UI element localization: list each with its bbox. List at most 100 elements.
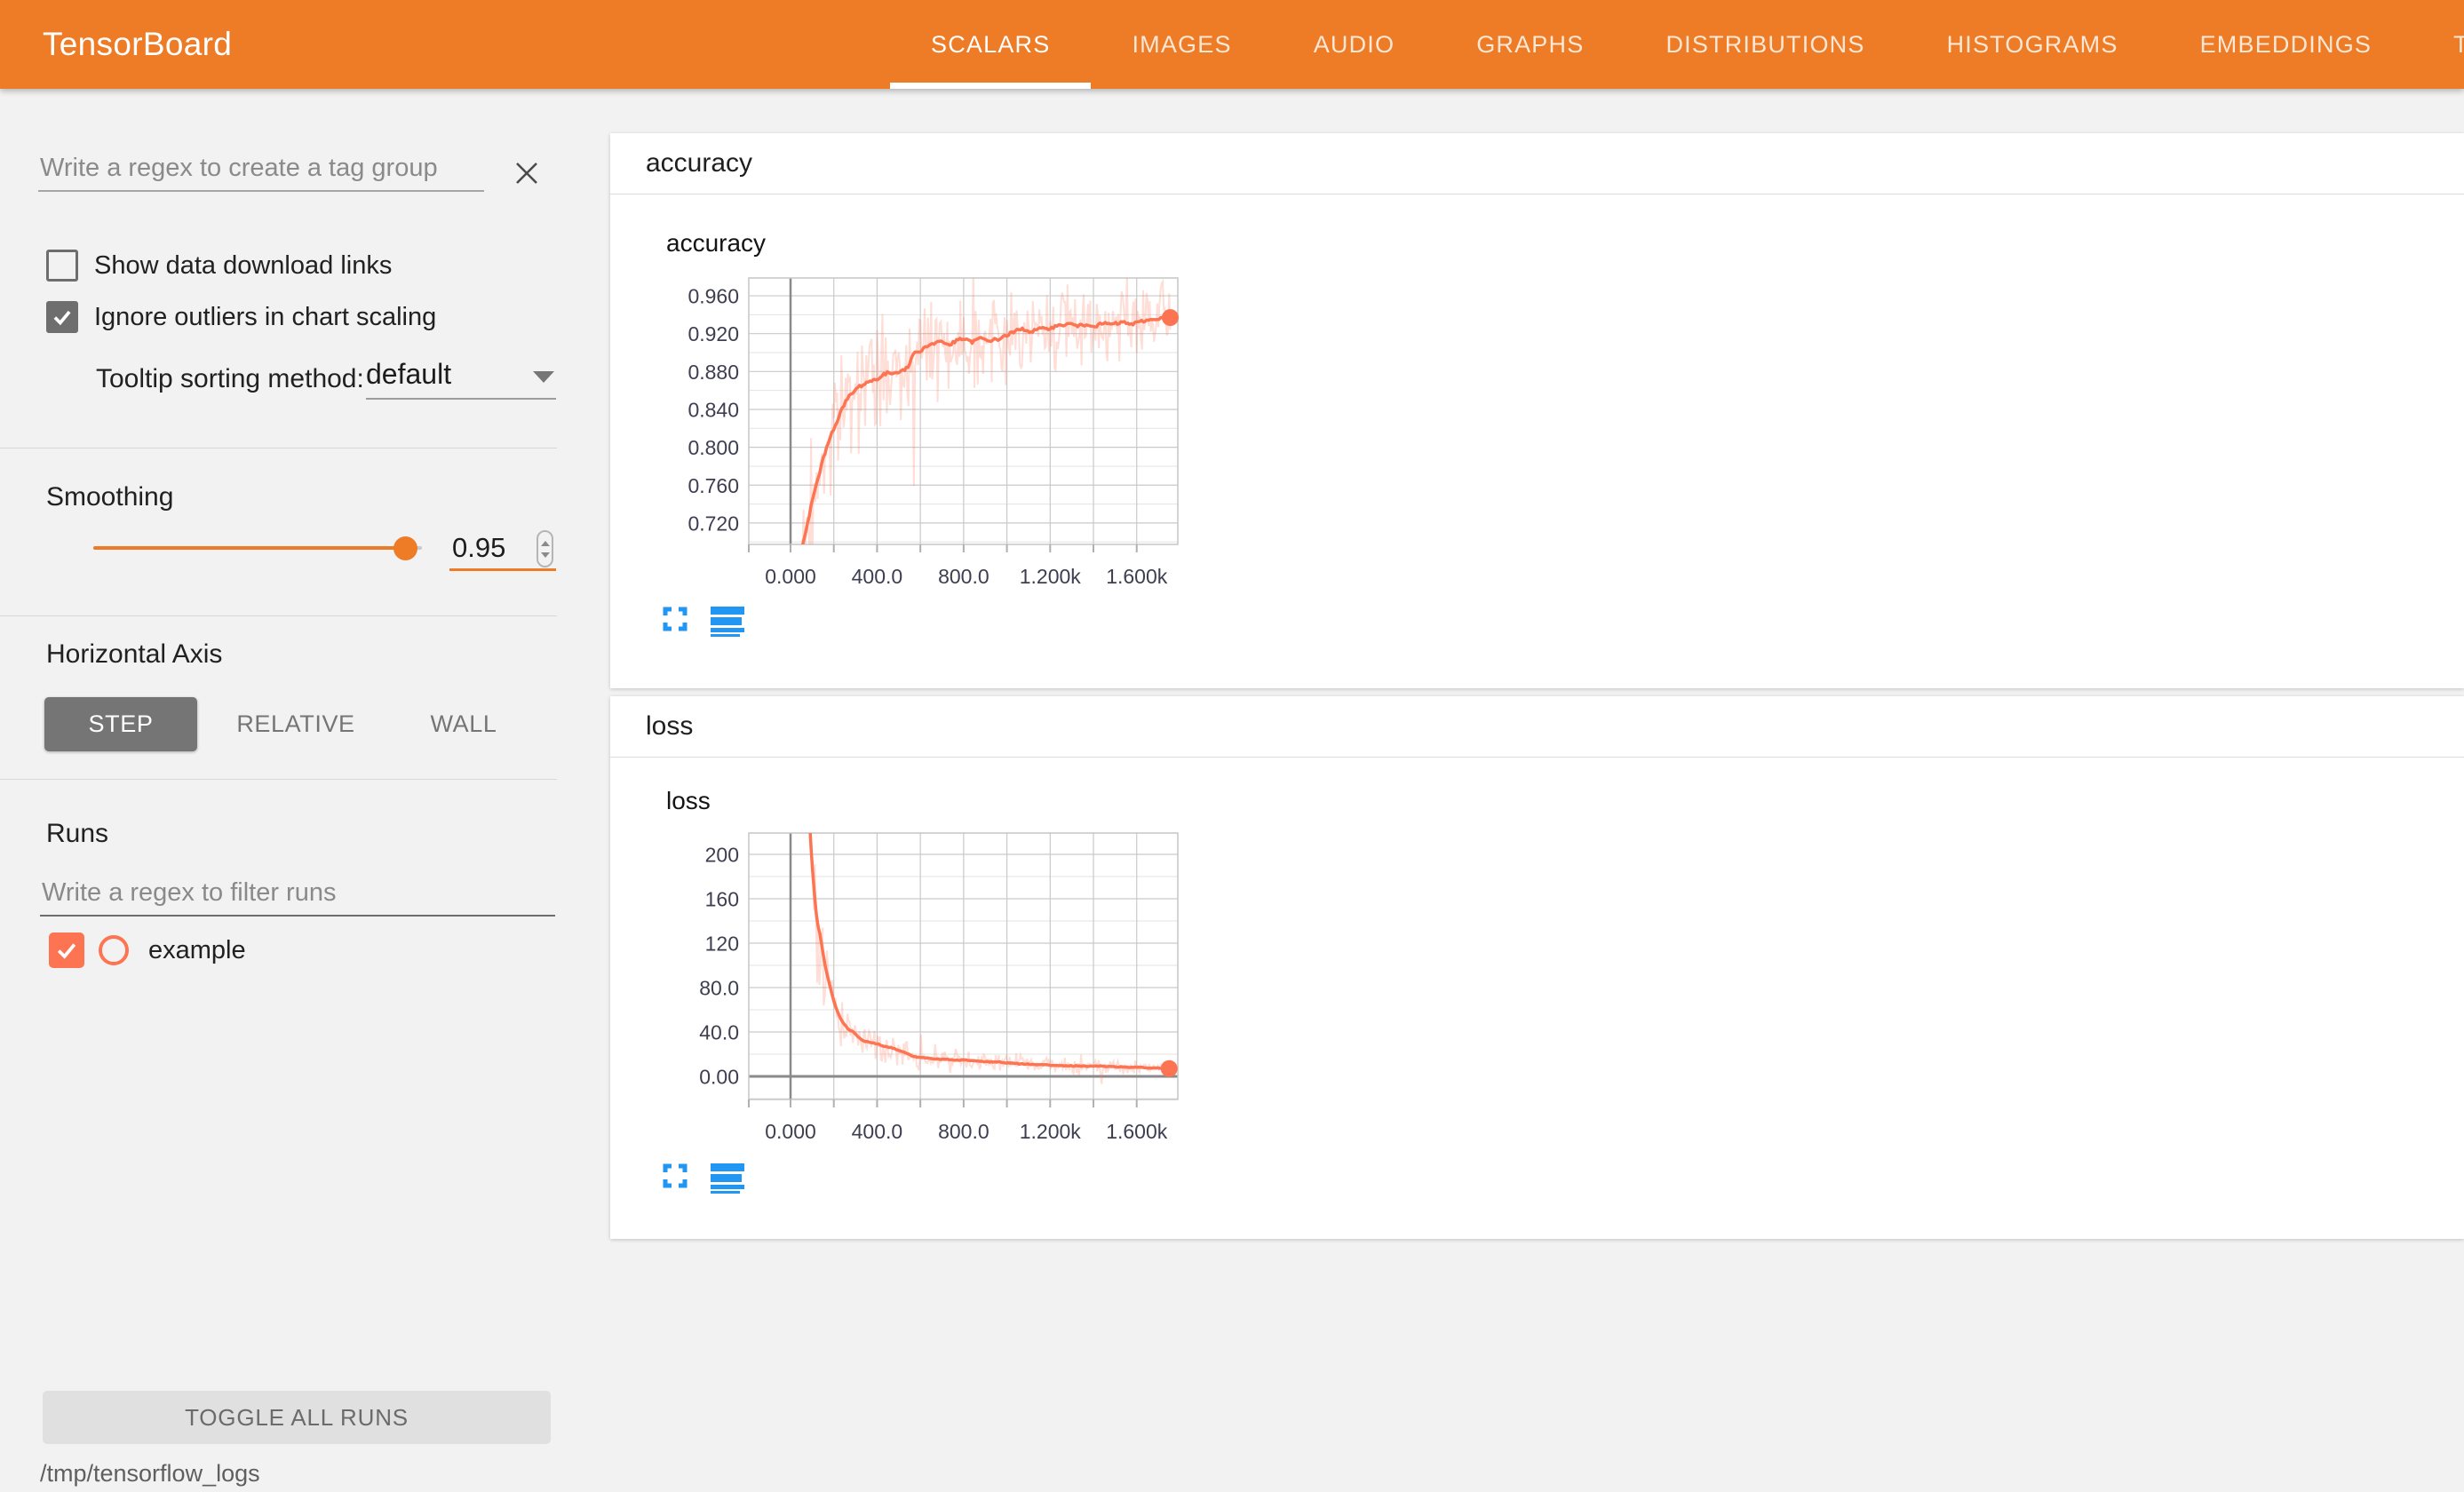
stepper-up-icon [541, 541, 550, 546]
x-tick-label: 400.0 [852, 565, 903, 588]
section-accuracy: accuracy accuracy 0.7200.7600.8000.8400.… [610, 133, 2464, 688]
x-tick-label: 0.000 [765, 1120, 816, 1143]
tab-scalars[interactable]: SCALARS [890, 0, 1091, 89]
axis-step-button[interactable]: STEP [44, 697, 197, 751]
x-tick-label: 1.600k [1106, 565, 1168, 588]
y-tick-label: 0.800 [688, 436, 739, 459]
ignore-outliers-checkbox[interactable] [46, 301, 78, 333]
runs-filter-input[interactable] [40, 877, 559, 909]
tab-distributions[interactable]: DISTRIBUTIONS [1625, 0, 1905, 89]
y-tick-label: 80.0 [699, 977, 739, 1000]
chart-actions [663, 607, 744, 637]
x-tick-label: 1.200k [1020, 565, 1082, 588]
tooltip-sorting-label: Tooltip sorting method: [96, 364, 364, 394]
section-title: loss [646, 711, 693, 742]
y-tick-label: 0.760 [688, 474, 739, 497]
ignore-outliers-label: Ignore outliers in chart scaling [94, 301, 436, 333]
x-tick-label: 800.0 [938, 1120, 990, 1143]
sidebar: Show data download links Ignore outliers… [0, 89, 610, 1492]
y-tick-label: 0.960 [688, 285, 739, 308]
y-tick-label: 0.920 [688, 322, 739, 345]
tab-audio-label: AUDIO [1314, 31, 1395, 59]
stepper-down-icon [541, 552, 550, 558]
sidebar-divider [0, 779, 557, 780]
smoothing-slider-fill [93, 546, 406, 550]
x-tick-label: 0.000 [765, 565, 816, 588]
chart-actions [663, 1163, 744, 1194]
log-directory-path: /tmp/tensorflow_logs [40, 1460, 260, 1488]
run-example-label: example [148, 936, 246, 965]
runs-filter-field [40, 877, 555, 917]
chart-title: accuracy [666, 229, 766, 258]
show-download-links-checkbox[interactable] [46, 250, 78, 282]
tooltip-sorting-value: default [366, 358, 451, 390]
y-tick-label: 40.0 [699, 1021, 739, 1044]
active-tab-underline [890, 83, 1091, 89]
tab-embeddings[interactable]: EMBEDDINGS [2159, 0, 2413, 89]
tab-histograms[interactable]: HISTOGRAMS [1906, 0, 2159, 89]
section-header[interactable]: loss [610, 696, 2464, 758]
axis-wall-button[interactable]: WALL [387, 697, 540, 751]
accuracy-scalar-chart[interactable]: 0.720 0.760 0.800 0.840 0.880 0.920 0.960 0.000… [610, 262, 1214, 599]
chart-title: loss [666, 787, 711, 815]
app-header: TensorBoard SCALARS IMAGES AUDIO GRAPHS … [0, 0, 2464, 89]
tab-images-label: IMAGES [1132, 31, 1231, 59]
tab-scalars-label: SCALARS [931, 31, 1050, 59]
y-tick-label: 200 [705, 844, 739, 867]
smoothing-value-input[interactable] [450, 531, 523, 565]
loss-scalar-chart[interactable]: 0.00 40.0 80.0 120 160 200 0.000 400.0 800.0 1.20… [610, 817, 1214, 1155]
tooltip-sorting-dropdown[interactable]: default [366, 358, 556, 400]
y-tick-label: 0.840 [688, 398, 739, 421]
run-row-example: example [49, 932, 246, 968]
sidebar-divider [0, 615, 557, 616]
y-tick-label: 160 [705, 888, 739, 911]
show-download-links-row: Show data download links [46, 250, 392, 282]
show-download-links-label: Show data download links [94, 250, 392, 282]
tab-embeddings-label: EMBEDDINGS [2200, 31, 2373, 59]
section-loss: loss loss 0.00 40.0 80.0 120 160 200 0.000 400.… [610, 696, 2464, 1239]
raw-series [809, 817, 1168, 1084]
smoothing-slider-thumb[interactable] [393, 536, 417, 560]
app-logo: TensorBoard [43, 0, 232, 89]
check-icon [54, 938, 79, 963]
smoothing-stepper[interactable] [537, 530, 553, 567]
tab-text[interactable]: TEXT [2412, 0, 2464, 89]
fullscreen-icon[interactable] [663, 1163, 688, 1188]
tab-distributions-label: DISTRIBUTIONS [1665, 31, 1864, 59]
y-tick-label: 120 [705, 932, 739, 956]
tab-histograms-label: HISTOGRAMS [1947, 31, 2118, 59]
toggle-all-runs-button[interactable]: TOGGLE ALL RUNS [43, 1391, 551, 1444]
y-tick-label: 0.720 [688, 512, 739, 535]
x-tick-label: 800.0 [938, 565, 990, 588]
tab-graphs-label: GRAPHS [1476, 31, 1584, 59]
fullscreen-icon[interactable] [663, 607, 688, 631]
ignore-outliers-row: Ignore outliers in chart scaling [46, 301, 436, 333]
runs-selector-icon[interactable] [711, 607, 744, 637]
tab-images[interactable]: IMAGES [1091, 0, 1272, 89]
tab-graphs[interactable]: GRAPHS [1435, 0, 1625, 89]
section-title: accuracy [646, 148, 752, 179]
final-point-marker [1162, 309, 1179, 326]
tab-text-label: TEXT [2453, 31, 2464, 59]
tab-audio[interactable]: AUDIO [1273, 0, 1436, 89]
smoothing-label: Smoothing [46, 482, 173, 512]
y-tick-label: 0.00 [699, 1066, 739, 1089]
x-tick-label: 1.600k [1106, 1120, 1168, 1143]
smoothing-value-field [450, 531, 523, 565]
nav-tabs: SCALARS IMAGES AUDIO GRAPHS DISTRIBUTION… [890, 0, 2464, 89]
final-point-marker [1161, 1060, 1178, 1077]
runs-selector-icon[interactable] [711, 1163, 744, 1194]
smoothing-value-underline [449, 568, 556, 571]
chevron-down-icon [533, 371, 554, 383]
run-color-swatch[interactable] [99, 935, 129, 965]
check-icon [51, 306, 74, 329]
run-example-checkbox[interactable] [49, 932, 84, 968]
runs-label: Runs [46, 819, 108, 849]
x-tick-label: 400.0 [852, 1120, 903, 1143]
section-header[interactable]: accuracy [610, 133, 2464, 194]
close-icon[interactable] [513, 160, 540, 186]
x-tick-label: 1.200k [1020, 1120, 1082, 1143]
tag-filter-input[interactable] [38, 153, 488, 184]
y-tick-label: 0.880 [688, 361, 739, 384]
axis-relative-button[interactable]: RELATIVE [219, 697, 372, 751]
